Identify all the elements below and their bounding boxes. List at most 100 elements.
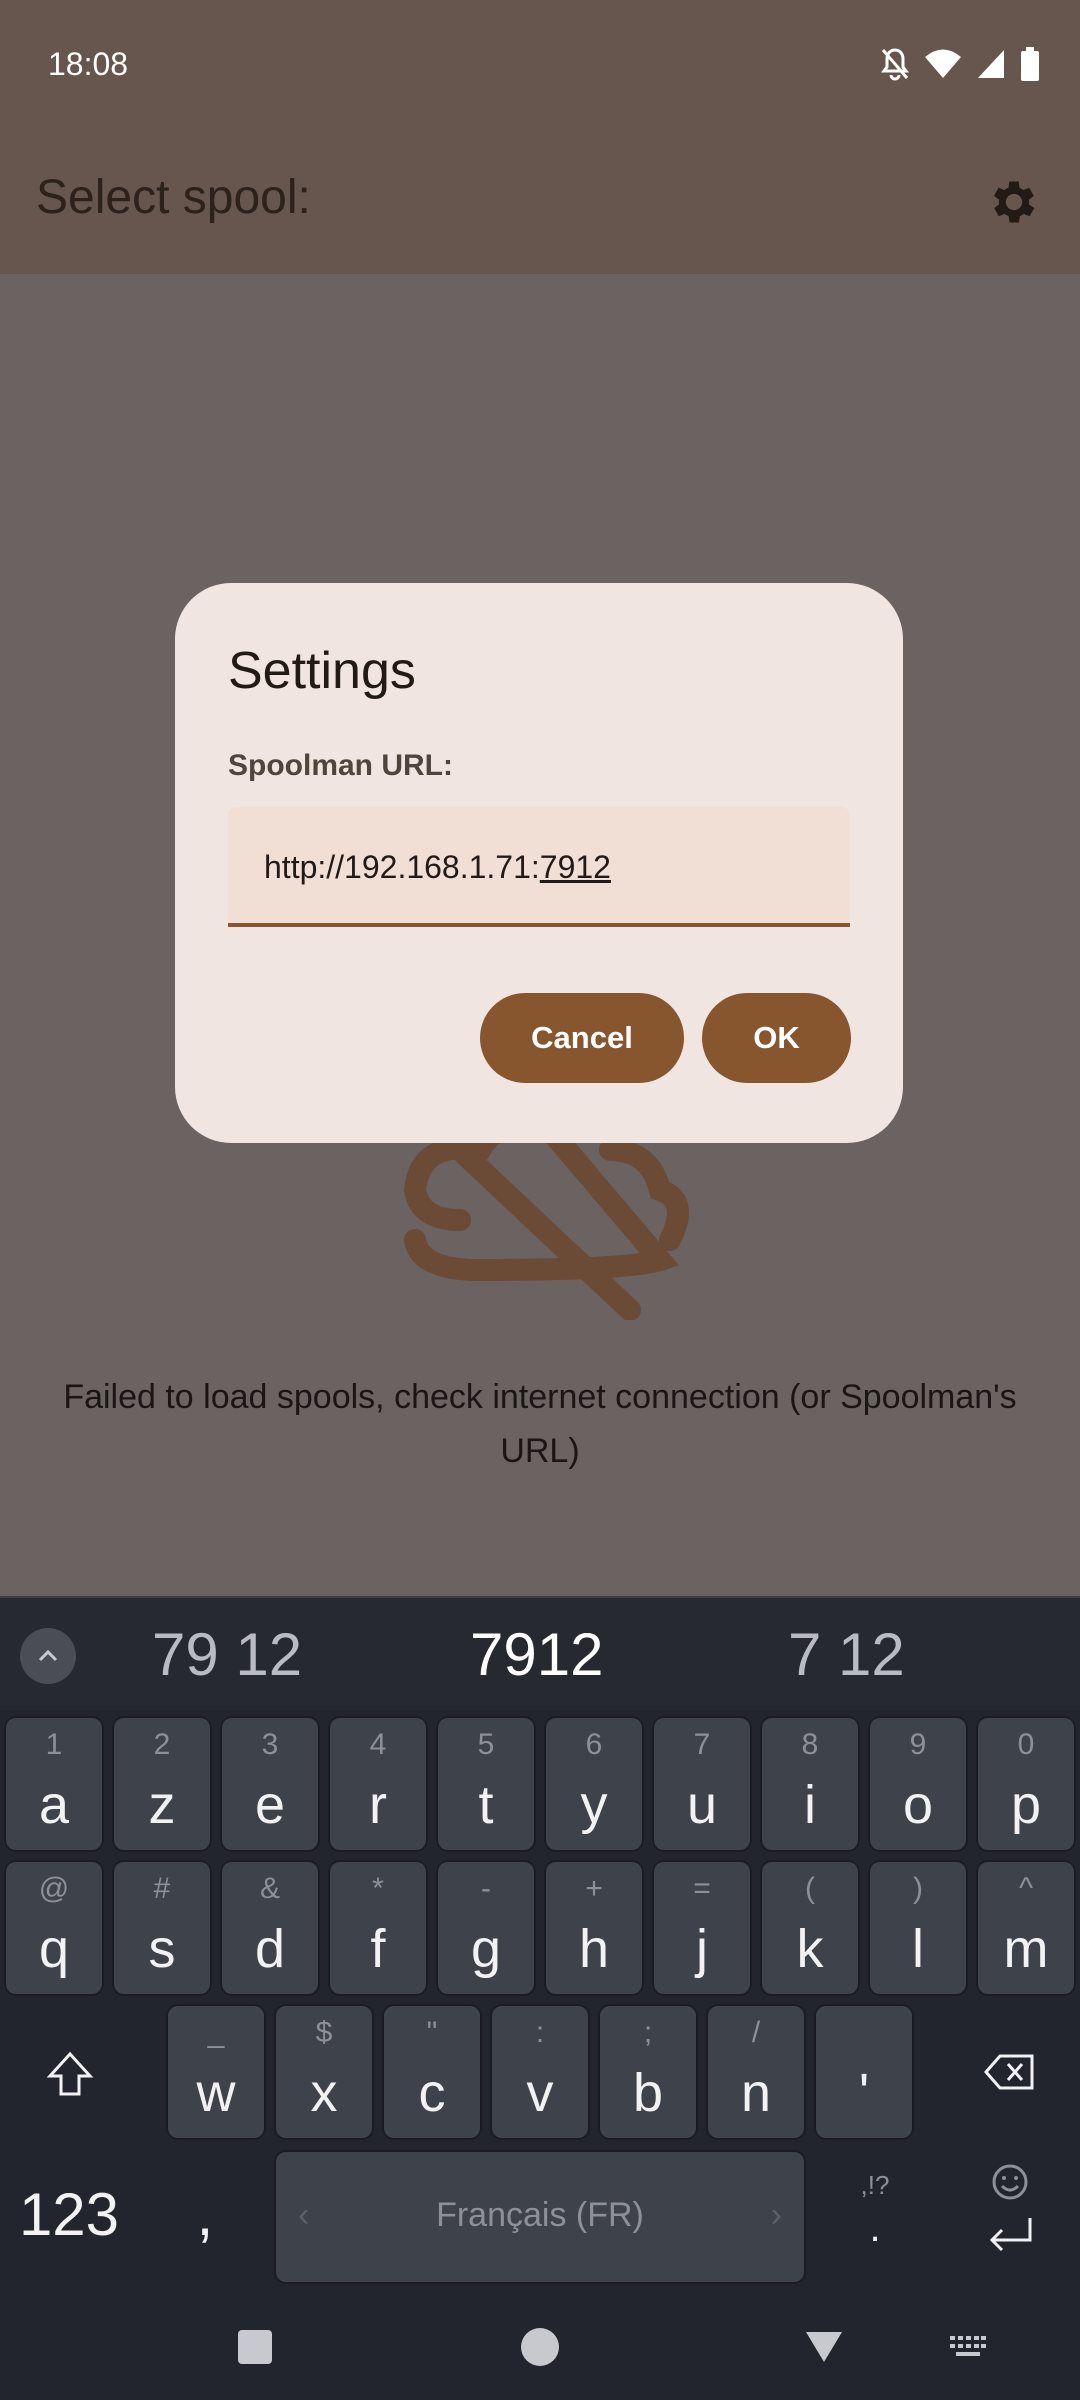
key-label: a <box>38 1775 70 1835</box>
key-label: p <box>1010 1775 1042 1835</box>
suggestion-3[interactable]: 7 12 <box>788 1620 905 1689</box>
key-i[interactable]: 8i <box>760 1716 860 1852</box>
key-g[interactable]: -g <box>436 1860 536 1996</box>
backspace-icon[interactable] <box>980 2042 1040 2102</box>
numbers-key[interactable]: 123 <box>14 2180 124 2249</box>
key-d[interactable]: & d <box>220 1860 320 1996</box>
soft-keyboard: 79 12 7912 7 12 123 , ‹ Français (FR) › … <box>0 1596 1080 2400</box>
space-key[interactable]: ‹ Français (FR) › <box>274 2150 806 2284</box>
key-hint: 3 <box>261 1728 279 1761</box>
key-label: o <box>902 1775 934 1835</box>
key-label: t <box>478 1775 494 1835</box>
key-u[interactable]: 7u <box>652 1716 752 1852</box>
key-t[interactable]: 5t <box>436 1716 536 1852</box>
key-label: g <box>470 1919 502 1979</box>
key-hint: @ <box>38 1872 70 1905</box>
key-label: b <box>632 2063 664 2123</box>
key-hint: / <box>751 2016 761 2049</box>
key-hint: ^ <box>1018 1872 1034 1905</box>
key-l[interactable]: ) l <box>868 1860 968 1996</box>
key-label: ' <box>858 2063 870 2123</box>
key-label: u <box>686 1775 718 1835</box>
suggestion-1[interactable]: 79 12 <box>152 1620 302 1689</box>
key-y[interactable]: 6y <box>544 1716 644 1852</box>
key-label: k <box>796 1919 824 1979</box>
status-bar: 18:08 <box>0 0 1080 130</box>
ok-button[interactable]: OK <box>702 993 851 1083</box>
suggestion-bar: 79 12 7912 7 12 <box>0 1596 1080 1710</box>
key-n[interactable]: / n <box>706 2004 806 2140</box>
emoji-icon[interactable] <box>990 2162 1030 2202</box>
settings-dialog: Settings Spoolman URL: http://192.168.1.… <box>175 583 903 1143</box>
key-h[interactable]: + h <box>544 1860 644 1996</box>
keyboard-switch-icon[interactable] <box>950 2336 986 2360</box>
key-j[interactable]: = j <box>652 1860 752 1996</box>
key-apostrophe[interactable]: ' <box>814 2004 914 2140</box>
key-label: x <box>310 2063 338 2123</box>
key-hint: * <box>372 1872 384 1905</box>
key-hint: 7 <box>693 1728 711 1761</box>
key-hint: & <box>259 1872 280 1905</box>
url-field-label: Spoolman URL: <box>228 749 453 782</box>
key-v[interactable]: :v <box>490 2004 590 2140</box>
chevron-up-icon[interactable] <box>20 1628 76 1684</box>
key-r[interactable]: 4r <box>328 1716 428 1852</box>
comma-key[interactable]: , <box>180 2180 230 2249</box>
key-label: i <box>804 1775 816 1835</box>
cancel-button[interactable]: Cancel <box>480 993 684 1083</box>
key-label: l <box>912 1919 924 1979</box>
key-label: c <box>418 2063 446 2123</box>
key-a[interactable]: 1a <box>4 1716 104 1852</box>
punctuation-hint: ,!? <box>860 2170 890 2200</box>
key-hint: ) <box>913 1872 923 1905</box>
dialog-title: Settings <box>228 642 416 700</box>
key-z[interactable]: 2z <box>112 1716 212 1852</box>
chevron-right-icon: › <box>770 2196 782 2234</box>
key-e[interactable]: 3e <box>220 1716 320 1852</box>
recents-icon[interactable] <box>238 2330 272 2364</box>
key-c[interactable]: " c <box>382 2004 482 2140</box>
key-hint: = <box>693 1872 711 1905</box>
signal-icon <box>978 50 1004 78</box>
key-label: q <box>38 1919 70 1979</box>
key-hint: 5 <box>477 1728 495 1761</box>
key-hint: # <box>153 1872 171 1905</box>
gear-icon[interactable] <box>986 174 1042 230</box>
key-q[interactable]: @ q <box>4 1860 104 1996</box>
status-icons <box>880 44 1040 84</box>
key-label: y <box>580 1775 608 1835</box>
key-o[interactable]: 9o <box>868 1716 968 1852</box>
key-f[interactable]: * f <box>328 1860 428 1996</box>
key-w[interactable]: _ w <box>166 2004 266 2140</box>
back-icon[interactable] <box>804 2330 844 2364</box>
key-label: r <box>369 1775 387 1835</box>
enter-icon[interactable] <box>980 2210 1040 2260</box>
key-hint: : <box>535 2016 545 2049</box>
home-icon[interactable] <box>521 2328 559 2366</box>
key-s[interactable]: # s <box>112 1860 212 1996</box>
key-k[interactable]: (k <box>760 1860 860 1996</box>
spoolman-url-input[interactable]: http://192.168.1.71:7912 <box>228 807 850 927</box>
key-label: f <box>370 1919 386 1979</box>
key-label: m <box>1003 1919 1049 1979</box>
key-hint: ; <box>643 2016 653 2049</box>
key-label: d <box>254 1919 286 1979</box>
shift-icon[interactable] <box>40 2044 100 2104</box>
key-label: h <box>578 1919 610 1979</box>
suggestion-2[interactable]: 7912 <box>470 1620 603 1689</box>
error-message: Failed to load spools, check internet co… <box>63 1378 1017 1470</box>
key-hint: $ <box>315 2016 333 2049</box>
key-hint: 9 <box>909 1728 927 1761</box>
key-label: v <box>526 2063 554 2123</box>
key-x[interactable]: $ x <box>274 2004 374 2140</box>
key-m[interactable]: ^ m <box>976 1860 1076 1996</box>
key-p[interactable]: 0p <box>976 1716 1076 1852</box>
key-b[interactable]: ; b <box>598 2004 698 2140</box>
key-label: z <box>148 1775 176 1835</box>
key-label: s <box>148 1919 176 1979</box>
key-hint: 1 <box>45 1728 63 1761</box>
cloud-off-icon <box>390 1114 690 1321</box>
key-hint: + <box>585 1872 603 1905</box>
key-hint: - <box>481 1872 491 1905</box>
period-key[interactable]: . <box>850 2206 900 2251</box>
